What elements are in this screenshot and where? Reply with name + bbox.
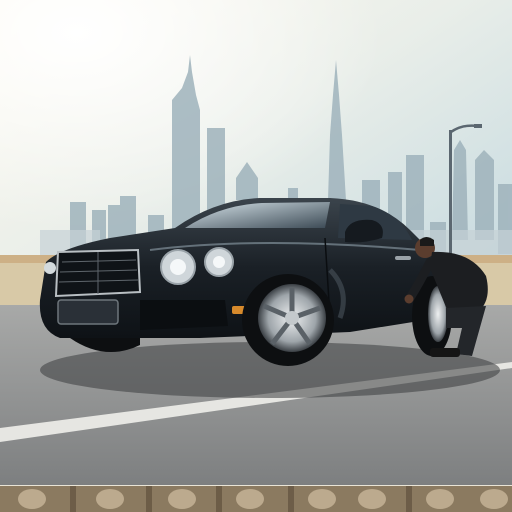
front-hub bbox=[285, 311, 299, 325]
photo-scene bbox=[0, 0, 512, 512]
side-headlight bbox=[44, 262, 56, 274]
license-plate bbox=[57, 299, 119, 325]
scene-svg bbox=[0, 0, 512, 512]
headlight-right-lens bbox=[213, 256, 225, 268]
bottom-texture-strip bbox=[0, 486, 512, 512]
door-handle bbox=[395, 256, 411, 260]
man-hand bbox=[404, 294, 414, 304]
man-shoe bbox=[430, 348, 460, 357]
headlight-left-lens bbox=[170, 259, 186, 275]
lower-intake bbox=[140, 300, 228, 330]
